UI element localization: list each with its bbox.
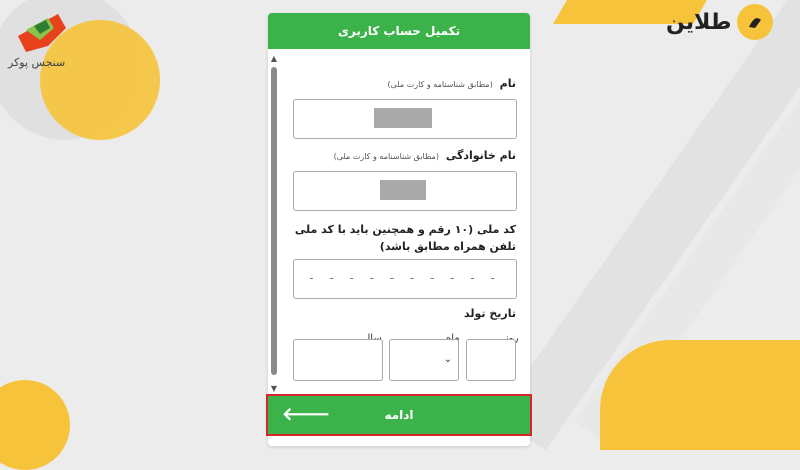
first-name-label: نام (مطابق شناسنامه و کارت ملی) [387, 77, 516, 90]
scroll-down-icon[interactable]: ▼ [270, 385, 278, 393]
brand-left-name: سنجس پوکر [8, 56, 66, 69]
scroll-up-icon[interactable]: ▲ [270, 55, 278, 63]
month-select[interactable]: ⌄ [389, 339, 459, 381]
first-name-field[interactable] [293, 99, 517, 139]
birth-date-label: تاریخ تولد [464, 307, 516, 320]
national-code-field[interactable]: - - - - - - - - - - [293, 259, 517, 299]
continue-label: ادامه [384, 408, 414, 422]
day-input[interactable] [466, 339, 516, 381]
last-name-field[interactable] [293, 171, 517, 211]
first-name-hint: (مطابق شناسنامه و کارت ملی) [387, 80, 493, 89]
brand-right-name: طلاین [666, 9, 732, 35]
national-code-label: کد ملی (۱۰ رقم و همچنین باید با کد ملی ت… [294, 223, 516, 253]
brand-logo-right: طلاین [666, 4, 774, 40]
chevron-down-icon: ⌄ [443, 354, 452, 365]
year-input[interactable] [293, 339, 383, 381]
masked-value [374, 108, 432, 128]
form-scroll-area[interactable]: ▲ ▼ نام (مطابق شناسنامه و کارت ملی) نام … [268, 49, 530, 393]
last-name-label-text: نام خانوادگی [445, 149, 516, 162]
masked-value [380, 180, 426, 200]
first-name-label-text: نام [499, 77, 516, 90]
last-name-hint: (مطابق شناسنامه و کارت ملی) [333, 152, 439, 161]
account-completion-panel: تکمیل حساب کاربری ▲ ▼ نام (مطابق شناسنام… [268, 13, 530, 446]
arrow-left-icon: 🡐 [282, 404, 331, 425]
continue-button[interactable]: 🡐 ادامه [266, 394, 532, 436]
brand-mark-icon [737, 4, 774, 40]
background-shape [0, 380, 70, 470]
panel-title: تکمیل حساب کاربری [268, 13, 530, 49]
national-code-placeholder: - - - - - - - - - - [309, 271, 501, 285]
scrollbar[interactable]: ▲ ▼ [270, 55, 278, 393]
last-name-label: نام خانوادگی (مطابق شناسنامه و کارت ملی) [334, 149, 516, 162]
background-shape [600, 340, 800, 450]
scrollbar-thumb[interactable] [271, 67, 277, 375]
